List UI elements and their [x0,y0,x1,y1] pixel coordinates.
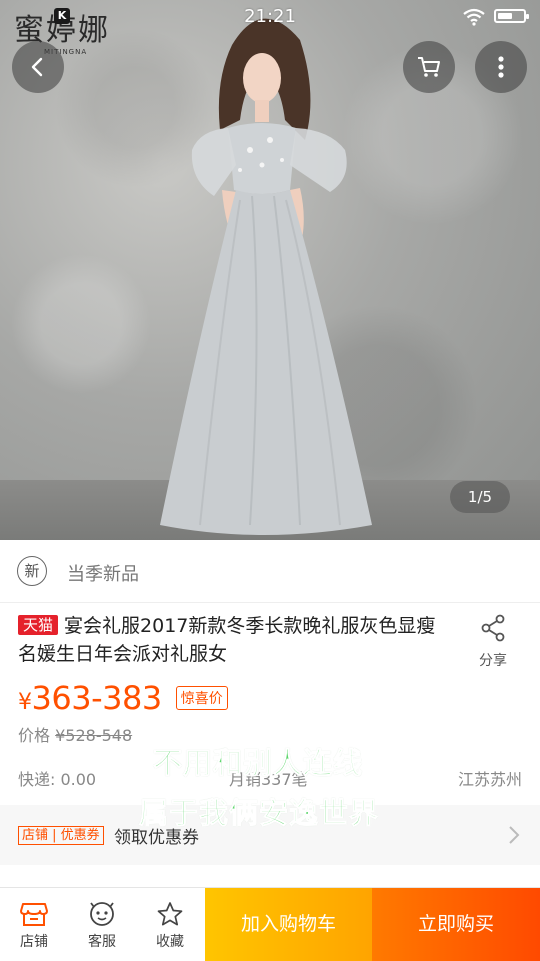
original-price-label: 价格 [18,726,51,745]
original-price: 价格 ¥528-548 [18,722,132,746]
status-time: 21:21 [244,6,296,27]
product-title: 天猫 宴会礼服2017新款冬季长款晚礼服灰色显瘦名媛生日年会派对礼服女 [18,612,448,668]
shop-button[interactable]: 店铺 [0,888,68,961]
shipping-fee: 快递: 0.00 [18,770,97,789]
buy-now-button[interactable]: 立即购买 [372,888,540,961]
share-button[interactable]: 分享 [470,614,516,670]
customer-service-label: 客服 [88,934,116,950]
customer-service-button[interactable]: 客服 [68,888,136,961]
current-price: ¥363-383 [18,679,162,717]
favorite-button[interactable]: 收藏 [136,888,204,961]
chevron-left-icon [31,57,43,77]
shop-label: 店铺 [20,934,48,950]
share-label: 分享 [479,653,507,669]
add-to-cart-button[interactable]: 加入购物车 [205,888,372,961]
image-counter: 1/5 [450,481,510,513]
original-price-value: ¥528-548 [55,726,133,745]
share-icon [481,614,505,642]
product-title-text: 宴会礼服2017新款冬季长款晚礼服灰色显瘦名媛生日年会派对礼服女 [18,615,436,665]
video-subtitle-line-2: 属于我俩安逸世界 [138,796,380,831]
chevron-right-icon [509,826,520,844]
video-subtitle-line-1: 不用和别人连线 [152,746,364,781]
cart-button[interactable] [403,41,455,93]
more-button[interactable] [475,41,527,93]
shop-icon [20,903,48,926]
customer-service-icon [90,902,114,926]
cart-icon [418,57,440,77]
favorite-label: 收藏 [156,934,184,950]
wifi-icon [463,8,485,26]
battery-icon [494,9,529,23]
new-icon: 新 [17,556,47,586]
bottom-action-bar: 店铺 客服 收藏 加入购物车 立即购买 [0,887,540,961]
new-arrival-label: 当季新品 [67,564,139,585]
deal-badge: 惊喜价 [175,686,228,710]
product-image[interactable]: 蜜婷娜 MITINGNA [0,0,540,540]
coupon-tag: 店铺 | 优惠券 [18,826,104,845]
status-bar: K 21:21 [0,0,540,34]
back-button[interactable] [12,41,64,93]
new-arrival-row[interactable]: 新 当季新品 [0,540,540,603]
tmall-tag: 天猫 [18,615,59,635]
ship-location: 江苏苏州 [457,770,522,789]
price-row: ¥363-383 惊喜价 [18,676,228,720]
model-in-gown [160,18,372,535]
star-icon [157,902,183,926]
more-vertical-icon [498,56,504,78]
